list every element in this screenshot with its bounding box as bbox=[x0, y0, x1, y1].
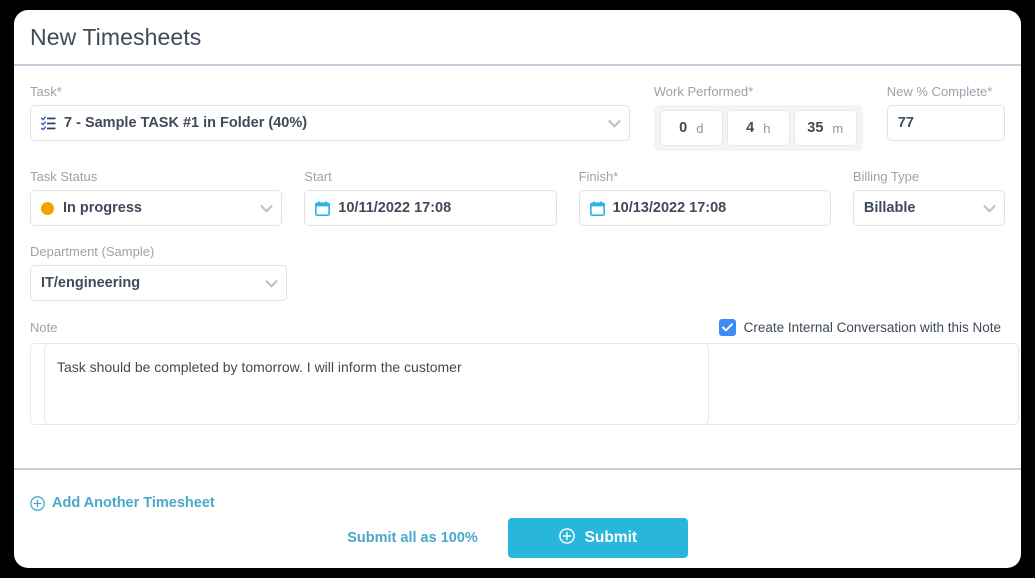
note-label: Note bbox=[30, 320, 57, 335]
finish-required-marker: * bbox=[613, 169, 618, 184]
start-label: Start bbox=[304, 169, 556, 184]
days-unit: d bbox=[696, 121, 703, 136]
work-performed-label: Work Performed* bbox=[654, 84, 863, 99]
work-performed-label-text: Work Performed bbox=[654, 84, 748, 99]
add-another-timesheet-button[interactable]: Add Another Timesheet bbox=[30, 495, 215, 511]
chevron-down-icon bbox=[608, 115, 621, 128]
new-percent-complete-input[interactable]: 77 bbox=[887, 105, 1005, 141]
task-list-icon bbox=[41, 116, 56, 130]
submit-button-label: Submit bbox=[585, 529, 638, 547]
task-status-value: In progress bbox=[63, 200, 142, 216]
note-area-wrapper: Task should be completed by tomorrow. I … bbox=[30, 343, 1005, 425]
finish-label: Finish* bbox=[579, 169, 831, 184]
new-percent-required-marker: * bbox=[987, 84, 992, 99]
new-percent-complete-label-text: New % Complete bbox=[887, 84, 987, 99]
billing-type-value: Billable bbox=[864, 200, 916, 216]
finish-group: Finish* 10/13/2022 17:08 bbox=[579, 169, 831, 226]
new-percent-complete-value: 77 bbox=[898, 115, 914, 131]
finish-datetime-value: 10/13/2022 17:08 bbox=[613, 200, 727, 216]
internal-conversation-label: Create Internal Conversation with this N… bbox=[744, 320, 1001, 335]
footer-actions: Submit all as 100% Submit bbox=[14, 518, 1021, 558]
start-datetime-value: 10/11/2022 17:08 bbox=[338, 200, 451, 216]
new-percent-complete-label: New % Complete* bbox=[887, 84, 1005, 99]
form-row-2: Task Status In progress Start bbox=[30, 169, 1005, 226]
department-select[interactable]: IT/engineering bbox=[30, 265, 287, 301]
hours-unit: h bbox=[763, 121, 770, 136]
dialog-footer: Add Another Timesheet Submit all as 100%… bbox=[14, 468, 1021, 566]
chevron-down-icon bbox=[983, 200, 996, 213]
submit-button[interactable]: Submit bbox=[508, 518, 688, 558]
form-row-3: Department (Sample) IT/engineering bbox=[30, 244, 1005, 301]
checkbox-checked-icon[interactable] bbox=[719, 319, 736, 336]
dialog-body: Task* 7 - Sample TASK #1 in Folder bbox=[14, 66, 1021, 468]
task-label: Task* bbox=[30, 84, 630, 99]
minutes-value: 35 bbox=[807, 120, 823, 136]
task-value: 7 - Sample TASK #1 in Folder (40%) bbox=[64, 115, 307, 131]
department-value: IT/engineering bbox=[41, 275, 140, 291]
form-row-1: Task* 7 - Sample TASK #1 in Folder bbox=[30, 84, 1005, 151]
work-performed-days-input[interactable]: 0 d bbox=[660, 110, 723, 146]
status-dot-icon bbox=[41, 202, 54, 215]
work-performed-inputs: 0 d 4 h 35 m bbox=[654, 105, 863, 151]
work-performed-minutes-input[interactable]: 35 m bbox=[794, 110, 857, 146]
page-title: New Timesheets bbox=[30, 24, 201, 51]
task-field-group: Task* 7 - Sample TASK #1 in Folder bbox=[30, 84, 630, 141]
department-group: Department (Sample) IT/engineering bbox=[30, 244, 287, 301]
new-timesheets-dialog: New Timesheets Task* bbox=[14, 10, 1021, 568]
note-header-row: Note Create Internal Conversation with t… bbox=[30, 319, 1005, 336]
calendar-icon[interactable] bbox=[590, 201, 605, 216]
task-status-label: Task Status bbox=[30, 169, 282, 184]
submit-all-as-100-button[interactable]: Submit all as 100% bbox=[347, 530, 478, 546]
internal-conversation-checkbox-row[interactable]: Create Internal Conversation with this N… bbox=[719, 319, 1001, 336]
plus-circle-icon bbox=[30, 496, 45, 511]
department-label: Department (Sample) bbox=[30, 244, 287, 259]
task-status-group: Task Status In progress bbox=[30, 169, 282, 226]
submit-circle-icon bbox=[559, 528, 575, 549]
work-performed-required-marker: * bbox=[748, 84, 753, 99]
days-value: 0 bbox=[679, 120, 687, 136]
chevron-down-icon bbox=[265, 275, 278, 288]
new-percent-complete-group: New % Complete* 77 bbox=[887, 84, 1005, 141]
hours-value: 4 bbox=[746, 120, 754, 136]
work-performed-hours-input[interactable]: 4 h bbox=[727, 110, 790, 146]
calendar-icon[interactable] bbox=[315, 201, 330, 216]
billing-type-label: Billing Type bbox=[853, 169, 1005, 184]
finish-datetime-input[interactable]: 10/13/2022 17:08 bbox=[579, 190, 831, 226]
billing-type-select[interactable]: Billable bbox=[853, 190, 1005, 226]
dialog-header: New Timesheets bbox=[14, 10, 1021, 66]
start-group: Start 10/11/2022 17:08 bbox=[304, 169, 556, 226]
task-select[interactable]: 7 - Sample TASK #1 in Folder (40%) bbox=[30, 105, 630, 141]
task-label-text: Task bbox=[30, 84, 57, 99]
task-status-select[interactable]: In progress bbox=[30, 190, 282, 226]
minutes-unit: m bbox=[832, 121, 843, 136]
finish-label-text: Finish bbox=[579, 169, 614, 184]
start-datetime-input[interactable]: 10/11/2022 17:08 bbox=[304, 190, 556, 226]
chevron-down-icon bbox=[260, 200, 273, 213]
add-another-timesheet-label: Add Another Timesheet bbox=[52, 495, 215, 511]
billing-type-group: Billing Type Billable bbox=[853, 169, 1005, 226]
note-textarea[interactable]: Task should be completed by tomorrow. I … bbox=[44, 343, 709, 425]
work-performed-group: Work Performed* 0 d 4 h 35 m bbox=[654, 84, 863, 151]
task-required-marker: * bbox=[57, 84, 62, 99]
